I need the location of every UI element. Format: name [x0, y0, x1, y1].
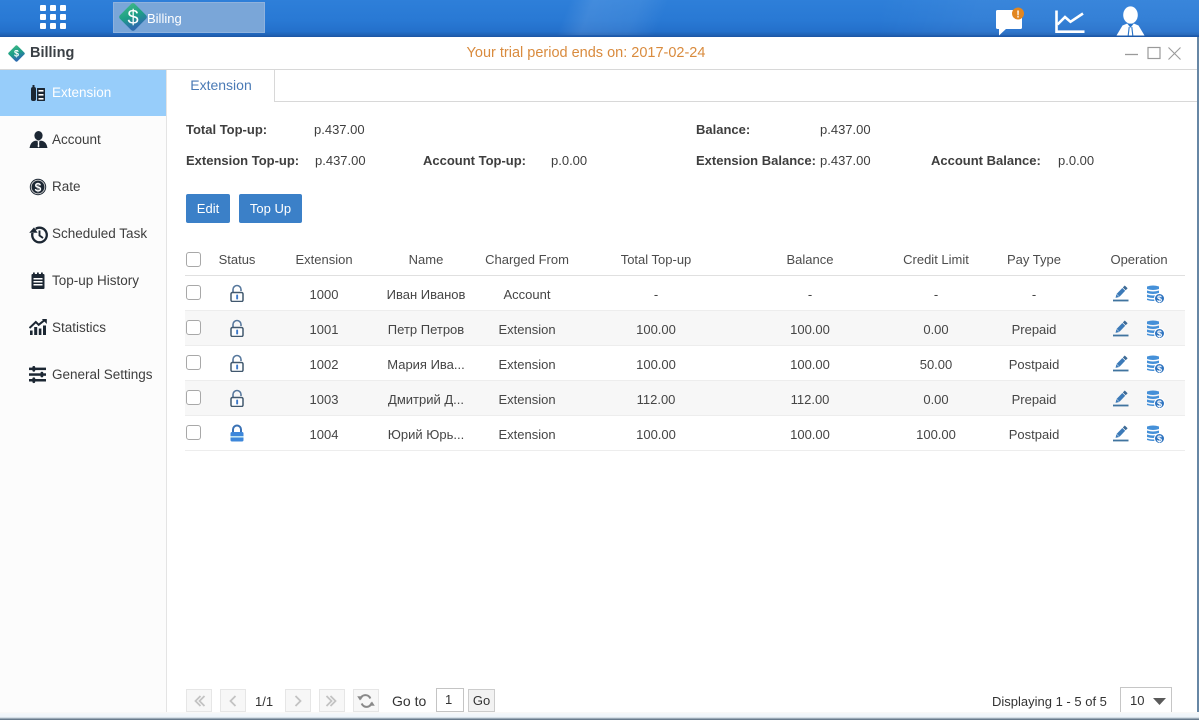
svg-text:$: $: [1157, 399, 1162, 409]
svg-text:$: $: [127, 7, 138, 29]
svg-text:!: !: [1016, 10, 1019, 21]
svg-text:$: $: [14, 49, 19, 59]
svg-text:$: $: [1157, 364, 1162, 374]
svg-text:$: $: [1157, 329, 1162, 339]
svg-text:$: $: [35, 181, 42, 195]
svg-text:$: $: [1157, 294, 1162, 304]
svg-text:$: $: [1157, 434, 1162, 444]
